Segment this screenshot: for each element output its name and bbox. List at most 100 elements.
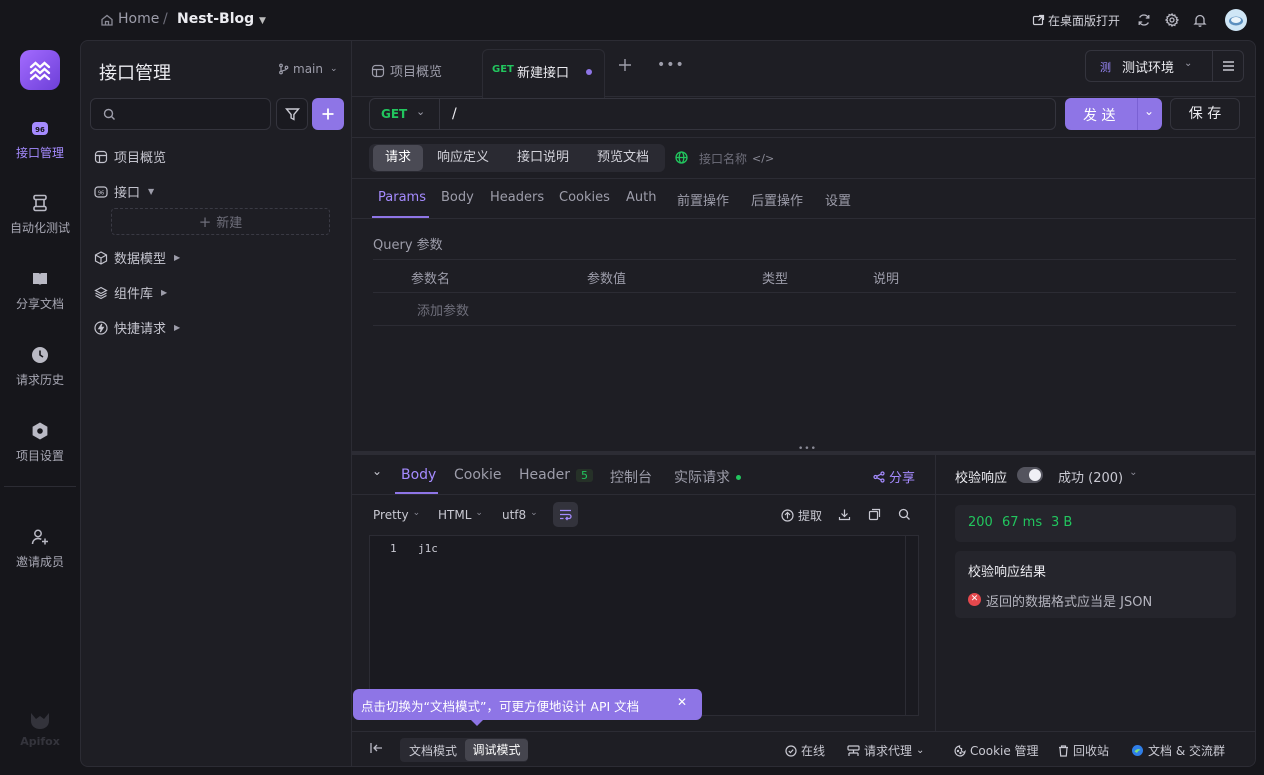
branch-selector[interactable]: main ⌄ [278, 62, 338, 76]
overview-icon [371, 64, 385, 77]
response-content: j1c [418, 542, 438, 555]
top-bar: Home / Nest-Blog ▼ 在桌面版打开 [0, 0, 1264, 40]
cookie-manager-button[interactable]: Cookie 管理 [954, 742, 1039, 759]
refresh-icon[interactable] [1137, 13, 1151, 27]
params-tab-post-ops[interactable]: 后置操作 [751, 190, 803, 209]
validate-toggle[interactable] [1017, 467, 1043, 483]
rail-item-api-management[interactable]: 96 接口管理 [0, 118, 80, 161]
wrap-lines-icon [560, 509, 572, 521]
add-param-input[interactable]: 添加参数 [417, 300, 469, 319]
git-branch-icon [279, 63, 289, 75]
community-button[interactable]: 文档 & 交流群 [1131, 742, 1225, 759]
chevron-down-icon: ⌄ [916, 745, 925, 756]
mode-tab-description[interactable]: 接口说明 [505, 145, 581, 171]
api-icon: 96 [30, 118, 50, 138]
collapse-chevron-icon[interactable]: ⌄ [372, 464, 382, 478]
main-panel: 接口管理 main ⌄ 项目概览 96 接口 ▼ + 新建 数据模型 ▶ 组件库… [80, 40, 1256, 767]
extract-button[interactable]: 提取 [781, 507, 822, 524]
tree-item-quick-request[interactable]: 快捷请求 ▶ [94, 318, 180, 337]
mode-tab-response[interactable]: 响应定义 [425, 145, 501, 171]
unsaved-dot [586, 69, 592, 75]
rail-item-history[interactable]: 请求历史 [0, 345, 80, 388]
project-selector[interactable]: Nest-Blog ▼ [177, 11, 266, 27]
filter-button[interactable] [276, 98, 308, 130]
caret-right-icon: ▶ [174, 253, 181, 262]
mode-tab-preview[interactable]: 预览文档 [585, 145, 661, 171]
response-tab-console[interactable]: 控制台 [610, 467, 652, 487]
send-button[interactable]: 发 送 ⌄ [1065, 98, 1162, 130]
tree-item-overview[interactable]: 项目概览 [94, 147, 166, 166]
params-tab-body[interactable]: Body [441, 190, 474, 205]
params-tab-pre-ops[interactable]: 前置操作 [677, 190, 729, 209]
params-tab-params[interactable]: Params [378, 190, 426, 205]
download-icon[interactable] [838, 508, 851, 521]
debug-mode-button[interactable]: 调试模式 [465, 739, 528, 761]
share-button[interactable]: 分享 [873, 467, 915, 486]
breadcrumb-home[interactable]: Home [118, 11, 159, 27]
mode-tab-request[interactable]: 请求 [373, 145, 424, 171]
proxy-selector[interactable]: 请求代理 ⌄ [847, 742, 924, 759]
format-selector[interactable]: Pretty ⌄ [373, 508, 420, 522]
bell-icon[interactable] [1193, 13, 1207, 27]
globe-icon[interactable] [675, 151, 688, 164]
response-tab-actual-request[interactable]: 实际请求 [674, 467, 741, 487]
new-tab-button[interactable] [618, 58, 632, 72]
response-tab-header[interactable]: Header 5 [519, 467, 593, 483]
automation-icon [30, 193, 50, 213]
response-tab-body[interactable]: Body [401, 467, 436, 483]
divider [352, 137, 1255, 138]
copy-icon[interactable] [868, 508, 881, 521]
column-header: 说明 [873, 272, 900, 287]
url-input[interactable]: / [439, 98, 1056, 130]
gear-icon[interactable] [1165, 13, 1179, 27]
status-selector[interactable]: 成功 (200) ⌄ [1058, 467, 1137, 486]
close-icon[interactable]: ✕ [677, 695, 687, 709]
menu-icon[interactable] [1222, 60, 1235, 72]
search-icon[interactable] [898, 508, 911, 521]
book-icon [30, 269, 50, 289]
scrollbar[interactable] [905, 536, 906, 715]
env-badge: 测 [1100, 61, 1111, 74]
line-number: 1 [390, 542, 397, 555]
tree-new-button[interactable]: + 新建 [111, 208, 330, 235]
ellipsis-icon: ••• [657, 57, 685, 73]
tab-overview[interactable]: 项目概览 [371, 61, 442, 80]
more-tabs-button[interactable]: ••• [657, 57, 685, 73]
table-row[interactable]: 添加参数 [373, 293, 1236, 326]
response-meta-card: 200 67 ms 3 B [955, 505, 1236, 542]
tree-item-components[interactable]: 组件库 ▶ [94, 283, 167, 302]
api-name-input[interactable]: 接口名称 </> [699, 150, 774, 167]
tree-item-api[interactable]: 96 接口 ▼ [94, 182, 154, 201]
add-button[interactable] [312, 98, 344, 130]
collapse-sidebar-icon[interactable] [370, 742, 383, 754]
app-logo[interactable] [20, 50, 60, 90]
response-tab-cookie[interactable]: Cookie [454, 467, 502, 483]
language-selector[interactable]: HTML ⌄ [438, 508, 483, 522]
tree-item-data-model[interactable]: 数据模型 ▶ [94, 248, 180, 267]
rail-item-automation[interactable]: 自动化测试 [0, 193, 80, 236]
search-box[interactable] [90, 98, 271, 130]
params-tab-settings[interactable]: 设置 [825, 190, 851, 209]
params-tab-headers[interactable]: Headers [490, 190, 544, 205]
home-icon[interactable] [100, 13, 114, 27]
method-selector[interactable]: GET ⌄ [369, 98, 439, 130]
online-status[interactable]: 在线 [785, 742, 825, 759]
avatar[interactable] [1225, 9, 1247, 31]
rail-item-invite[interactable]: 邀请成员 [0, 527, 80, 570]
search-input[interactable] [121, 104, 261, 124]
params-tab-cookies[interactable]: Cookies [559, 190, 610, 205]
tab-new-api[interactable]: GET 新建接口 [482, 49, 605, 98]
caret-right-icon: ▶ [174, 323, 181, 332]
save-button[interactable]: 保 存 [1170, 98, 1240, 130]
chevron-down-icon: ⌄ [329, 64, 338, 74]
environment-selector[interactable]: 测 测试环境 ⌄ [1085, 50, 1244, 82]
wrap-toggle-button[interactable] [553, 502, 578, 527]
encoding-selector[interactable]: utf8 ⌄ [502, 508, 538, 522]
recycle-bin-button[interactable]: 回收站 [1058, 742, 1109, 759]
doc-mode-button[interactable]: 文档模式 [409, 742, 457, 759]
params-tab-auth[interactable]: Auth [626, 190, 656, 205]
rail-item-settings[interactable]: 项目设置 [0, 421, 80, 464]
plus-icon: + [198, 212, 212, 231]
open-desktop-button[interactable]: 在桌面版打开 [1032, 12, 1120, 29]
rail-item-share-docs[interactable]: 分享文档 [0, 269, 80, 312]
